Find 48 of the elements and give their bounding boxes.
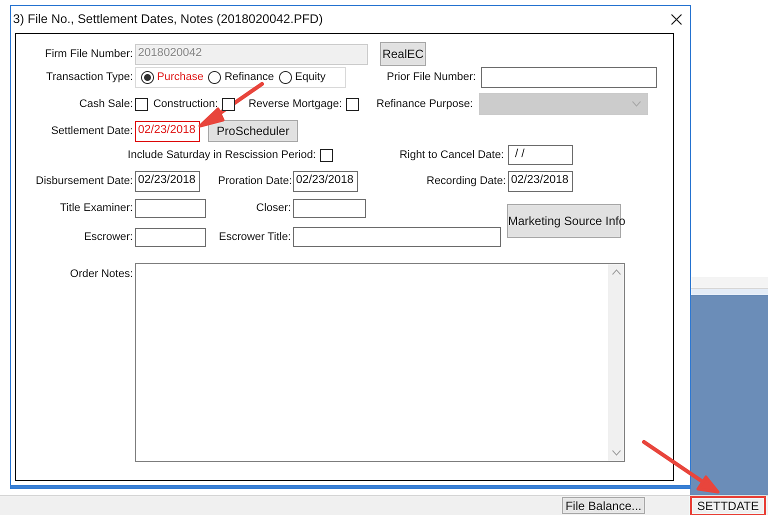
field-label: Include Saturday in Rescission Period: (126, 148, 316, 163)
checkbox[interactable] (222, 98, 235, 110)
checkbox[interactable] (135, 98, 148, 110)
field-label: Title Examiner: (59, 200, 133, 216)
checkbox[interactable] (320, 148, 333, 162)
input-field[interactable]: 02/23/2018 (293, 170, 358, 192)
field-label: Right to Cancel Date: (398, 148, 504, 163)
input-field[interactable] (135, 198, 206, 218)
field-label: Recording Date: (426, 174, 506, 189)
push-button[interactable]: RealEC (380, 42, 426, 66)
input-field[interactable]: 02/23/2018 (135, 170, 200, 192)
radio-button[interactable] (208, 70, 222, 84)
input-field[interactable] (293, 198, 366, 218)
field-label: Prior File Number: (386, 70, 476, 85)
scroll-up-icon[interactable] (612, 269, 620, 275)
push-button[interactable]: ProScheduler (208, 120, 298, 142)
input-field[interactable] (135, 228, 206, 246)
radio-label[interactable]: Refinance (224, 68, 274, 86)
window-title: 3) File No., Settlement Dates, Notes (2018020042.PFD) (13, 11, 323, 28)
close-icon[interactable] (671, 14, 682, 25)
field-label: Settlement Date: (50, 124, 133, 139)
field-label: Order Notes: (69, 267, 133, 282)
scroll-down-icon[interactable] (612, 450, 620, 456)
status-code: SETTDATE (690, 496, 766, 515)
radio-button[interactable] (279, 70, 292, 84)
field-label: Closer: (255, 200, 291, 216)
dropdown-caret-icon (632, 101, 641, 107)
field-label: Reverse Mortgage: (247, 96, 342, 112)
input-field[interactable]: 02/23/2018 (135, 120, 200, 142)
field-label: Escrower Title: (218, 230, 291, 245)
input-field[interactable] (481, 66, 657, 88)
input-field[interactable]: / / (508, 145, 573, 165)
field-label: Disbursement Date: (34, 174, 133, 189)
file-balance-button[interactable]: File Balance... (562, 497, 645, 514)
scrollbar[interactable] (608, 264, 624, 461)
checkbox[interactable] (346, 98, 359, 110)
input-field[interactable] (293, 227, 501, 247)
field-label: Firm File Number: (44, 46, 133, 62)
input-field[interactable]: 02/23/2018 (508, 170, 573, 192)
field-label: Proration Date: (217, 174, 292, 189)
radio-label[interactable]: Purchase (157, 68, 204, 86)
field-label: Escrower: (83, 230, 133, 245)
field-label: Construction: (152, 96, 218, 112)
radio-button[interactable] (141, 70, 154, 84)
field-label: Cash Sale: (78, 96, 133, 112)
field-label: Transaction Type: (45, 70, 133, 85)
field-label: Refinance Purpose: (375, 96, 473, 112)
radio-label[interactable]: Equity (295, 68, 326, 86)
